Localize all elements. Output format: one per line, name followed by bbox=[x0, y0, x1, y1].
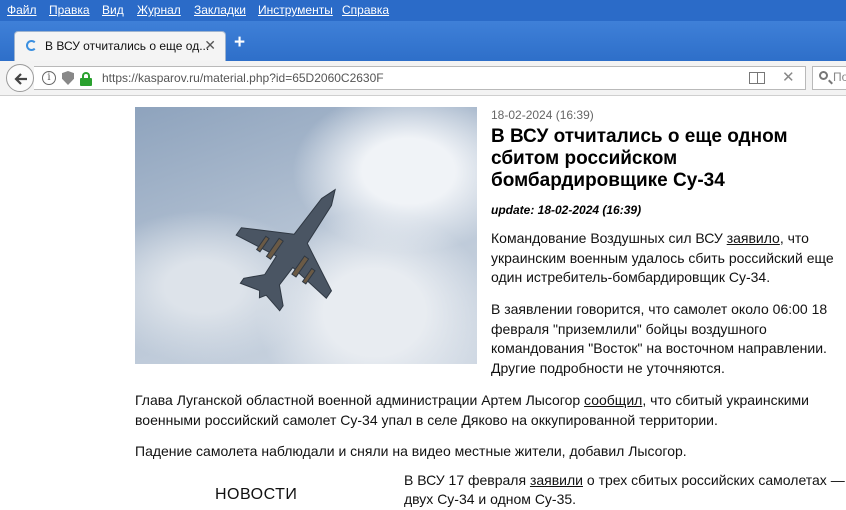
jet-illustration bbox=[235, 188, 336, 312]
source-link-zayavilo[interactable]: заявило bbox=[727, 230, 780, 246]
url-bar[interactable]: i https://kasparov.ru/material.php?id=65… bbox=[34, 66, 806, 90]
menu-tools[interactable]: Инструменты bbox=[258, 3, 333, 17]
search-icon bbox=[819, 71, 828, 80]
article-update: update: 18-02-2024 (16:39) bbox=[491, 203, 642, 217]
article-paragraph-3: Глава Луганской областной военной админи… bbox=[135, 392, 809, 428]
source-link-zayavili[interactable]: заявили bbox=[530, 472, 583, 488]
url-text[interactable]: https://kasparov.ru/material.php?id=65D2… bbox=[102, 71, 384, 85]
search-box[interactable]: По bbox=[812, 66, 846, 90]
article-paragraph-4: Падение самолета наблюдали и сняли на ви… bbox=[135, 443, 687, 459]
close-tab-icon[interactable]: ✕ bbox=[204, 37, 216, 54]
back-button[interactable] bbox=[6, 64, 34, 92]
menu-bar: Файл Правка Вид Журнал Закладки Инструме… bbox=[0, 0, 846, 21]
tab-active[interactable]: В ВСУ отчитались о еще од... ✕ bbox=[14, 31, 226, 61]
article-paragraph-5-cont: двух Су-34 и одном Су-35. bbox=[404, 491, 577, 507]
loading-icon bbox=[26, 40, 37, 51]
tab-strip: В ВСУ отчитались о еще од... ✕ + bbox=[0, 21, 846, 61]
menu-file[interactable]: Файл bbox=[7, 3, 37, 17]
source-link-soobshil[interactable]: сообщил bbox=[584, 392, 642, 408]
shield-icon[interactable] bbox=[62, 71, 74, 85]
menu-history[interactable]: Журнал bbox=[137, 3, 181, 17]
navigation-bar: i https://kasparov.ru/material.php?id=65… bbox=[0, 61, 846, 96]
menu-help[interactable]: Справка bbox=[342, 3, 389, 17]
article-date: 18-02-2024 (16:39) bbox=[491, 108, 594, 122]
search-placeholder: По bbox=[833, 70, 846, 84]
new-tab-button[interactable]: + bbox=[234, 32, 245, 54]
menu-bookmarks[interactable]: Закладки bbox=[194, 3, 246, 17]
reader-view-icon[interactable] bbox=[749, 72, 765, 84]
news-heading: НОВОСТИ bbox=[215, 486, 298, 503]
menu-edit[interactable]: Правка bbox=[49, 3, 90, 17]
menu-view[interactable]: Вид bbox=[102, 3, 124, 17]
info-icon[interactable]: i bbox=[42, 71, 56, 85]
tab-title: В ВСУ отчитались о еще од... bbox=[45, 39, 210, 53]
lock-icon[interactable] bbox=[80, 72, 92, 86]
article-paragraph-2: В заявлении говорится, что самолет около… bbox=[491, 301, 828, 376]
back-arrow-icon bbox=[14, 73, 27, 85]
stop-icon[interactable]: ✕ bbox=[782, 68, 795, 86]
article-paragraph-1: Командование Воздушных сил ВСУ заявило, … bbox=[491, 230, 834, 285]
article-title: В ВСУ отчитались о еще одном сбитом росс… bbox=[491, 126, 788, 191]
article-paragraph-5: В ВСУ 17 февраля заявили о трех сбитых р… bbox=[404, 472, 845, 488]
article-photo bbox=[135, 107, 477, 364]
